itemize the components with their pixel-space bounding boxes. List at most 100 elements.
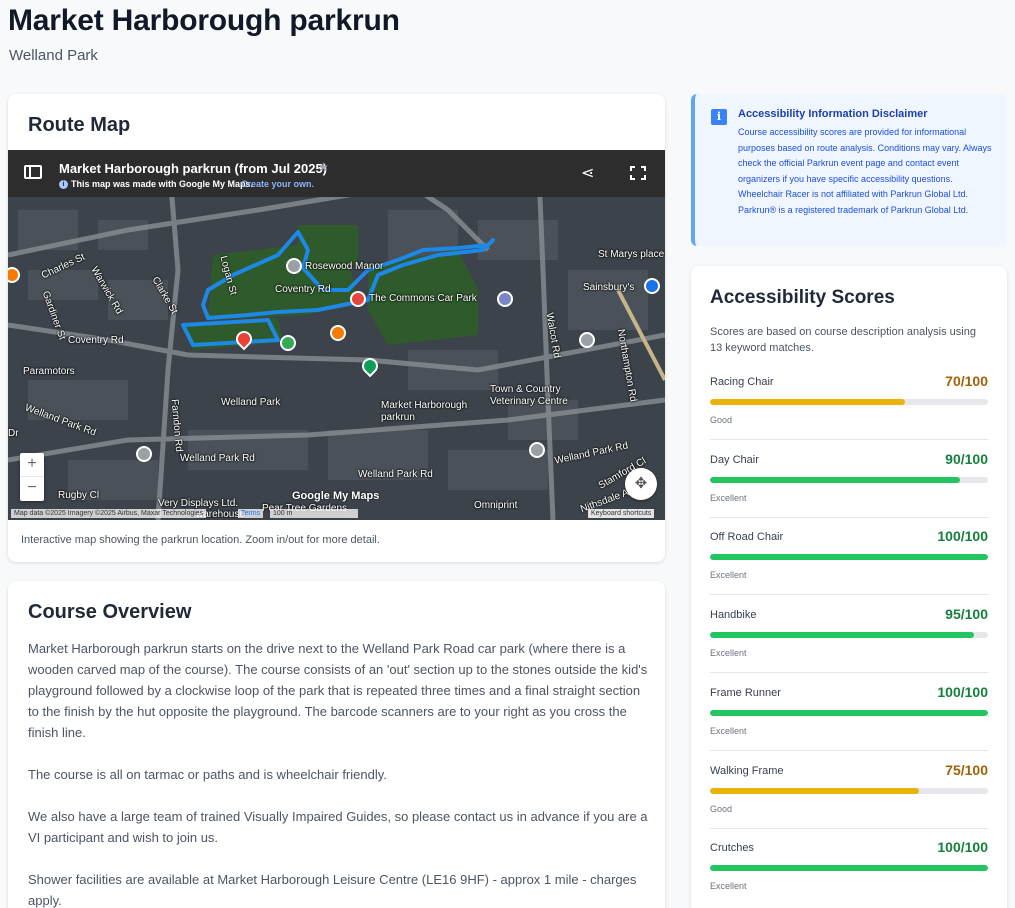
score-grade: Good xyxy=(710,803,733,814)
map-label: Welland Park xyxy=(221,397,281,408)
map-header: Market Harborough parkrun (from Jul 2025… xyxy=(8,150,665,197)
park-poi-icon[interactable] xyxy=(280,335,296,351)
score-category-name: Crutches xyxy=(710,842,755,855)
score-row: Handbike 95/100 Excellent xyxy=(710,595,988,674)
score-row: Crutches 100/100 Excellent xyxy=(710,828,988,906)
score-progress-bar xyxy=(710,632,988,639)
score-value: 100/100 xyxy=(937,839,988,856)
map-zoom-control: + − xyxy=(20,453,44,501)
score-progress-bar xyxy=(710,399,988,405)
map-label: Paramotors xyxy=(23,366,75,377)
map-terms-link[interactable]: Terms xyxy=(238,509,264,518)
score-grade: Good xyxy=(710,415,733,425)
map-label: Town & Country Veterinary Centre xyxy=(490,384,568,407)
map-label: Welland Park Rd xyxy=(358,469,433,480)
accessibility-disclaimer: i Accessibility Information Disclaimer C… xyxy=(691,94,1007,246)
score-progress-fill xyxy=(710,787,919,794)
embedded-map[interactable]: Market Harborough parkrun (from Jul 2025… xyxy=(8,150,665,520)
score-row: Off Road Chair 100/100 Excellent xyxy=(710,517,988,596)
score-category-name: Handbike xyxy=(710,609,757,622)
cafe-poi-icon[interactable] xyxy=(330,325,346,341)
warehouse-poi-icon[interactable] xyxy=(136,446,152,462)
map-label: Welland Park Rd xyxy=(180,453,255,464)
keyboard-shortcuts-link[interactable]: Keyboard shortcuts xyxy=(588,509,655,518)
fullscreen-icon[interactable] xyxy=(630,166,646,180)
score-value: 95/100 xyxy=(945,606,988,623)
map-label: Rosewood Manor xyxy=(305,261,384,272)
info-icon: i xyxy=(59,180,68,189)
score-progress-fill xyxy=(710,554,988,561)
map-footer: Map data ©2025 Imagery ©2025 Airbus, Max… xyxy=(8,508,665,520)
shopping-poi-icon[interactable] xyxy=(644,278,660,294)
score-progress-fill xyxy=(710,865,988,872)
share-icon[interactable]: ⋖ xyxy=(581,163,594,183)
score-category-name: Off Road Chair xyxy=(710,531,784,544)
route-map-card: Route Map Market Harborough parkrun (fro… xyxy=(8,94,665,562)
accessibility-scores-card: Accessibility Scores Scores are based on… xyxy=(691,266,1007,908)
map-label: Coventry Rd xyxy=(68,335,124,346)
score-progress-fill xyxy=(710,709,988,716)
map-label: Market Harborough parkrun xyxy=(381,400,468,423)
rosewood-poi-icon[interactable] xyxy=(286,258,302,274)
score-progress-bar xyxy=(710,554,988,561)
map-watermark: Google My Maps xyxy=(292,490,380,502)
disclaimer-text: Course accessibility scores are provided… xyxy=(738,127,992,215)
zoom-out-button[interactable]: − xyxy=(20,477,44,501)
star-icon[interactable]: ★ xyxy=(318,160,329,174)
score-category-name: Day Chair xyxy=(710,453,759,466)
map-label: Coventry Rd xyxy=(275,284,331,295)
zoom-in-button[interactable]: + xyxy=(20,453,44,477)
overview-paragraph: The course is all on tarmac or paths and… xyxy=(28,767,387,782)
score-progress-fill xyxy=(710,476,961,483)
score-progress-bar xyxy=(710,787,988,794)
vet-poi-icon[interactable] xyxy=(579,332,595,348)
map-label: Rugby Cl xyxy=(58,490,100,501)
info-icon: i xyxy=(711,109,727,125)
score-row: Racing Chair 70/100 Good xyxy=(710,362,988,440)
score-grade: Excellent xyxy=(710,492,747,503)
score-value: 70/100 xyxy=(945,373,988,389)
map-label: St Marys place xyxy=(598,249,665,260)
scores-heading: Accessibility Scores xyxy=(710,287,895,308)
page-subtitle: Welland Park xyxy=(9,47,98,64)
map-legend-toggle-icon[interactable] xyxy=(24,165,42,179)
map-pan-control-icon[interactable]: ✥ xyxy=(625,468,657,500)
route-map-heading: Route Map xyxy=(28,114,131,136)
score-row: Day Chair 90/100 Excellent xyxy=(710,440,988,518)
course-overview-heading: Course Overview xyxy=(28,601,192,623)
map-label: The Commons Car Park xyxy=(369,293,477,304)
score-progress-bar xyxy=(710,709,988,716)
score-value: 90/100 xyxy=(945,450,988,467)
score-progress-fill xyxy=(710,399,905,405)
score-category-name: Racing Chair xyxy=(710,376,774,388)
page-title: Market Harborough parkrun xyxy=(8,4,400,37)
score-category-name: Walking Frame xyxy=(710,764,784,777)
overview-paragraph: Shower facilities are available at Marke… xyxy=(28,872,637,908)
score-progress-bar xyxy=(710,476,988,483)
map-info-text: This map was made with Google My Maps. xyxy=(71,179,254,189)
map-caption: Interactive map showing the parkrun loca… xyxy=(21,534,380,546)
map-title[interactable]: Market Harborough parkrun (from Jul 2025… xyxy=(59,161,327,176)
map-attribution: Map data ©2025 Imagery ©2025 Airbus, Max… xyxy=(11,509,207,518)
parking-poi-icon[interactable] xyxy=(497,291,513,307)
create-your-own-link[interactable]: Create your own. xyxy=(241,179,314,189)
hospital-poi-icon[interactable] xyxy=(350,291,366,307)
map-label: Dr xyxy=(8,428,19,439)
score-grade: Excellent xyxy=(710,725,747,736)
score-value: 100/100 xyxy=(937,528,988,545)
overview-paragraph: We also have a large team of trained Vis… xyxy=(28,809,648,845)
disclaimer-title: Accessibility Information Disclaimer xyxy=(738,108,928,120)
overview-paragraph: Market Harborough parkrun starts on the … xyxy=(28,641,648,740)
course-description: Market Harborough parkrun starts on the … xyxy=(28,638,648,908)
score-row: Frame Runner 100/100 Excellent xyxy=(710,673,988,751)
score-grade: Excellent xyxy=(710,570,747,581)
map-scale[interactable]: 100 m xyxy=(270,509,358,518)
score-value: 75/100 xyxy=(945,761,988,778)
score-value: 100/100 xyxy=(937,683,988,700)
scores-note: Scores are based on course description a… xyxy=(710,326,976,354)
course-overview-card: Course Overview Market Harborough parkru… xyxy=(8,581,665,908)
score-progress-fill xyxy=(710,632,975,639)
map-label: Sainsbury's xyxy=(583,282,635,293)
omniprint-poi-icon[interactable] xyxy=(529,442,545,458)
score-category-name: Frame Runner xyxy=(710,686,781,699)
